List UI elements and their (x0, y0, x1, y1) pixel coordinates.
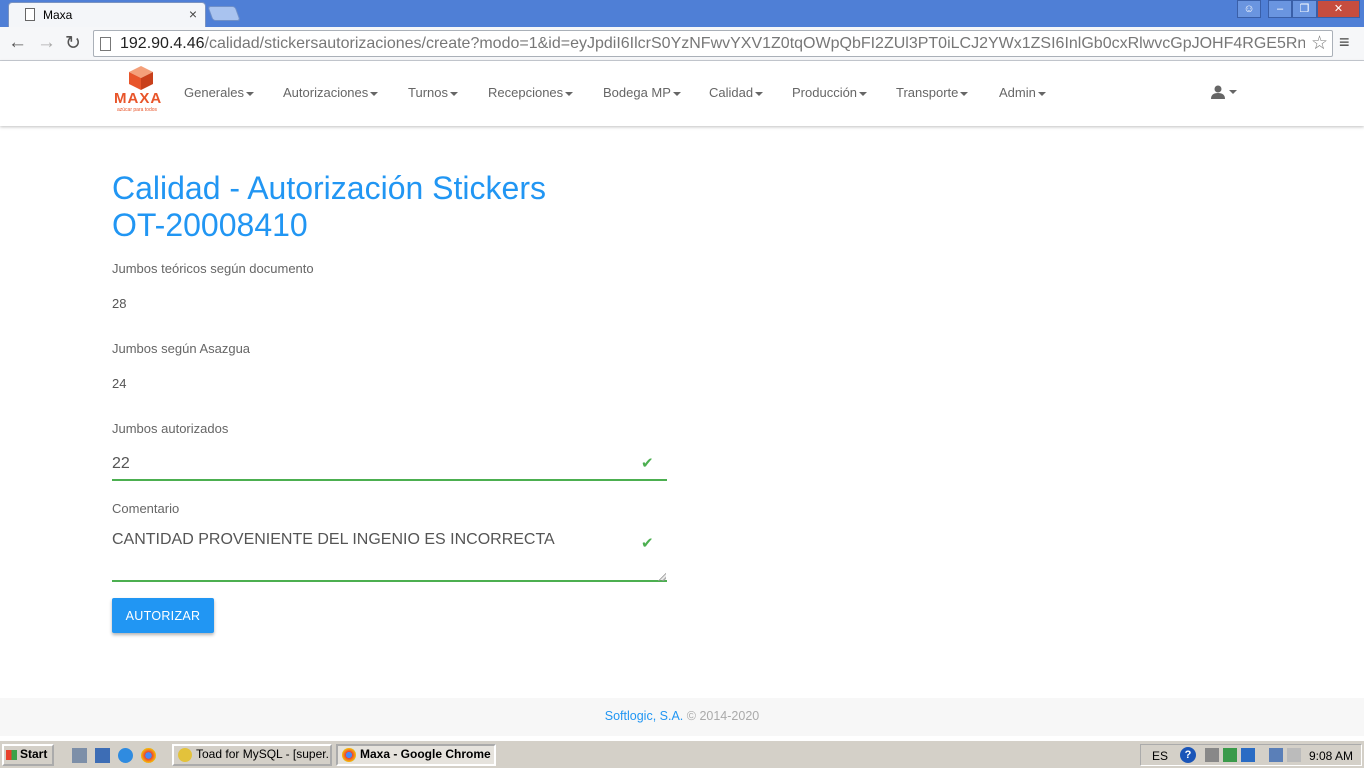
back-icon[interactable]: ← (8, 32, 27, 54)
caret-down-icon (245, 91, 254, 96)
system-tray: ES ? 9:08 AM (1140, 744, 1362, 766)
url-text[interactable]: 192.90.4.46/calidad/stickersautorizacion… (120, 35, 1305, 53)
start-button[interactable]: Start (2, 744, 54, 766)
new-tab-button[interactable] (207, 6, 241, 21)
bookmark-star-icon[interactable]: ☆ (1311, 32, 1328, 55)
window-close-button[interactable]: ✕ (1317, 0, 1360, 18)
nav-label: Autorizaciones (283, 85, 369, 100)
nav-label: Producción (792, 85, 858, 100)
browser-titlebar: Maxa × ☺ – ❐ ✕ (0, 0, 1364, 27)
close-icon[interactable]: × (189, 6, 197, 22)
resize-grip-icon[interactable] (658, 573, 666, 581)
page-icon (100, 37, 111, 51)
nav-label: Turnos (408, 85, 448, 100)
task-label: Toad for MySQL - [super... (196, 747, 332, 761)
toad-icon (178, 748, 192, 762)
nav-label: Admin (999, 85, 1036, 100)
address-bar[interactable]: 192.90.4.46/calidad/stickersautorizacion… (93, 30, 1333, 57)
reload-icon[interactable]: ↻ (65, 32, 81, 55)
page-title-line2: OT-20008410 (112, 207, 308, 243)
minimize-button[interactable]: – (1268, 0, 1292, 18)
shield-icon[interactable] (1241, 748, 1255, 762)
footer: Softlogic, S.A. © 2014-2020 (0, 698, 1364, 736)
asazgua-value: 24 (112, 376, 127, 391)
nav-autorizaciones[interactable]: Autorizaciones (283, 85, 379, 100)
nav-produccion[interactable]: Producción (792, 85, 868, 100)
page-title-line1: Calidad - Autorización Stickers (112, 170, 546, 206)
user-menu[interactable] (1211, 83, 1237, 100)
nav-label: Generales (184, 85, 244, 100)
logo-tagline: azúcar para todos (117, 107, 158, 113)
nav-transporte[interactable]: Transporte (896, 85, 969, 100)
tab-title: Maxa (43, 8, 73, 22)
caret-down-icon (755, 91, 764, 96)
caret-down-icon (1037, 91, 1046, 96)
comentario-textarea[interactable]: CANTIDAD PROVENIENTE DEL INGENIO ES INCO… (112, 529, 667, 582)
asazgua-label: Jumbos según Asazgua (112, 341, 251, 356)
teoricos-value: 28 (112, 296, 127, 311)
url-path: /calidad/stickersautorizaciones/create?m… (204, 35, 1305, 52)
nav-recepciones[interactable]: Recepciones (488, 85, 574, 100)
start-label: Start (20, 747, 48, 761)
comentario-label: Comentario (112, 501, 180, 516)
forward-icon[interactable]: → (37, 32, 56, 54)
autorizados-label: Jumbos autorizados (112, 421, 229, 436)
language-indicator[interactable]: ES (1152, 749, 1168, 763)
nav-bodega-mp[interactable]: Bodega MP (603, 85, 681, 100)
footer-company-link[interactable]: Softlogic, S.A. (605, 709, 684, 723)
user-icon (1211, 85, 1225, 100)
tray-arrow-icon[interactable] (1205, 748, 1219, 762)
check-icon: ✔ (641, 455, 654, 472)
restore-button[interactable]: ❐ (1292, 0, 1317, 18)
footer-copyright: © 2014-2020 (686, 709, 760, 723)
network-icon[interactable] (1269, 748, 1283, 762)
taskbar-toad[interactable]: Toad for MySQL - [super... (172, 744, 332, 766)
caret-down-icon (960, 91, 969, 96)
volume-muted-icon[interactable] (1287, 748, 1301, 762)
page-title: Calidad - Autorización Stickers OT-20008… (112, 170, 672, 244)
caret-down-icon (859, 91, 868, 96)
caret-down-icon (672, 91, 681, 96)
caret-down-icon (370, 91, 379, 96)
nav-calidad[interactable]: Calidad (709, 85, 764, 100)
help-icon[interactable]: ? (1180, 747, 1196, 763)
windows-logo-icon (6, 750, 17, 760)
nav-label: Transporte (896, 85, 959, 100)
chrome-menu-icon[interactable]: ≡ (1339, 32, 1350, 53)
network-tool-icon[interactable] (72, 748, 87, 763)
nav-label: Bodega MP (603, 85, 671, 100)
nav-admin[interactable]: Admin (999, 85, 1046, 100)
autorizados-input[interactable] (112, 449, 667, 481)
browser-toolbar: ← → ↻ 192.90.4.46/calidad/stickersautori… (0, 27, 1364, 61)
page-icon (25, 8, 35, 21)
caret-down-icon (565, 91, 574, 96)
logo-cube-icon (129, 66, 153, 90)
nav-turnos[interactable]: Turnos (408, 85, 458, 100)
check-icon: ✔ (641, 535, 654, 552)
app-navbar: MAXA azúcar para todos Generales Autoriz… (0, 61, 1364, 126)
taskbar-chrome[interactable]: Maxa - Google Chrome (336, 744, 496, 766)
clock: 9:08 AM (1309, 749, 1354, 763)
nav-label: Recepciones (488, 85, 564, 100)
caret-down-icon (449, 91, 458, 96)
chrome-icon[interactable] (141, 748, 156, 763)
nav-generales[interactable]: Generales (184, 85, 254, 100)
chrome-icon (342, 748, 356, 762)
profile-icon[interactable]: ☺ (1237, 0, 1261, 18)
show-desktop-icon[interactable] (95, 748, 110, 763)
logo-text: MAXA (114, 90, 163, 107)
internet-explorer-icon[interactable] (118, 748, 133, 763)
task-label: Maxa - Google Chrome (360, 747, 491, 761)
autorizar-button[interactable]: AUTORIZAR (112, 598, 214, 633)
nav-label: Calidad (709, 85, 754, 100)
windows-taskbar: Start Toad for MySQL - [super... Maxa - … (0, 740, 1364, 768)
maxa-logo[interactable]: MAXA azúcar para todos (114, 64, 170, 114)
teoricos-label: Jumbos teóricos según documento (112, 261, 314, 276)
caret-down-icon (1229, 90, 1237, 95)
security-icon[interactable] (1223, 748, 1237, 762)
browser-tab[interactable]: Maxa × (8, 2, 206, 27)
url-host: 192.90.4.46 (120, 35, 205, 52)
